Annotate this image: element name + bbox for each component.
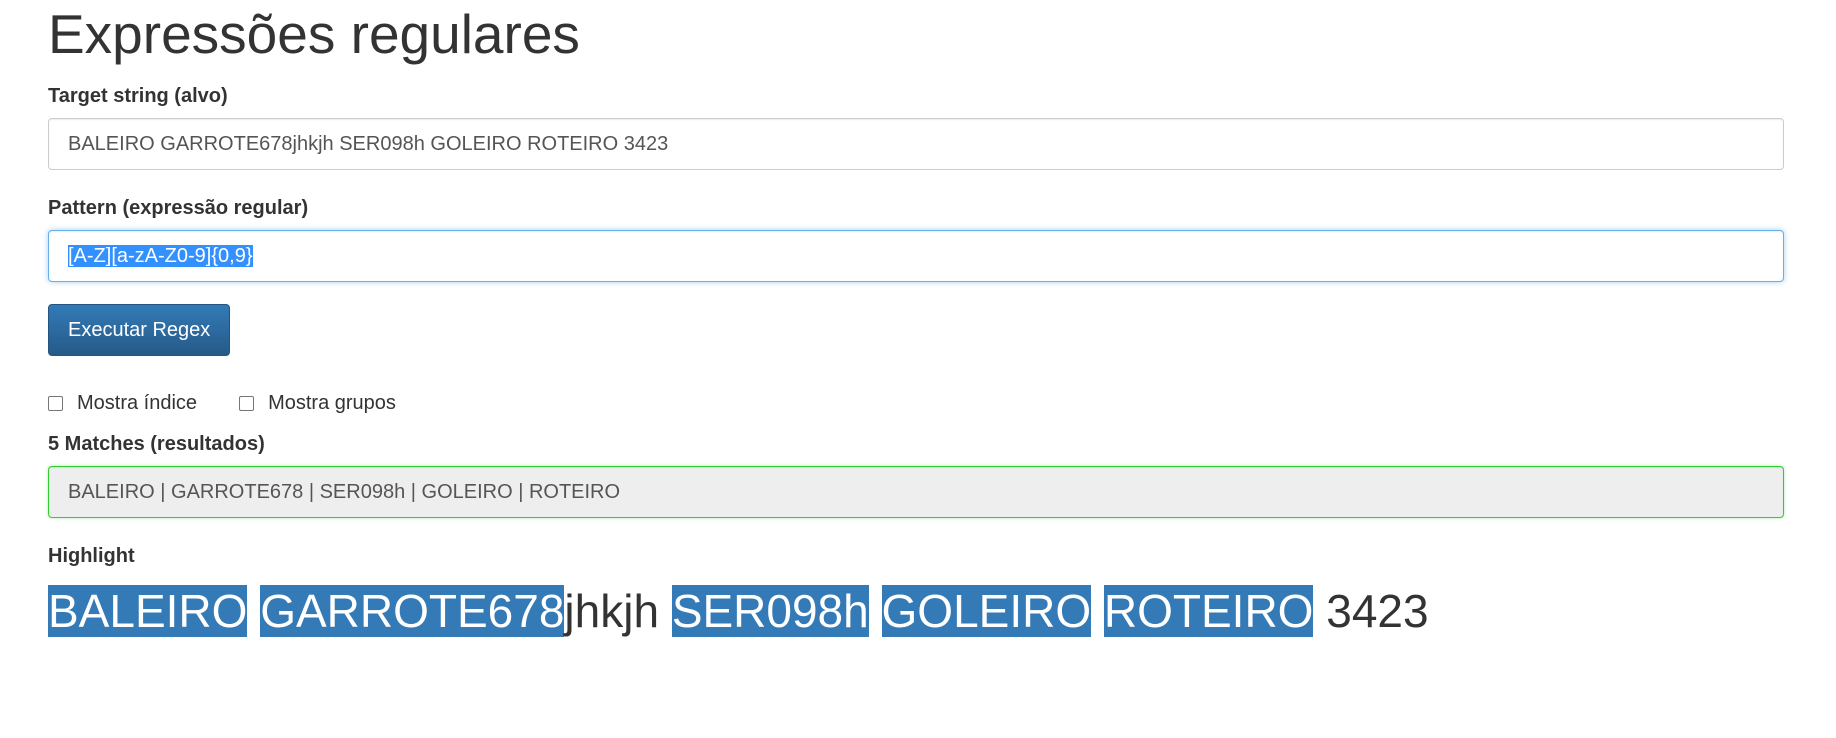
pattern-label: Pattern (expressão regular) [48, 197, 309, 219]
highlight-segment: GARROTE678 [260, 585, 565, 637]
highlight-segment: jhkjh [564, 585, 672, 637]
highlight-segment: SER098h [671, 585, 869, 637]
options-row: Mostra índice Mostra grupos [48, 390, 1784, 416]
highlight-segment: BALEIRO [48, 585, 248, 637]
pattern-input[interactable]: [A-Z][a-zA-Z0-9]{0,9} [48, 230, 1784, 282]
show-groups-checkbox[interactable] [239, 395, 255, 411]
show-index-checkbox[interactable] [48, 395, 63, 411]
target-string-input[interactable]: BALEIRO GARROTE678jhkjh SER098h GOLEIRO … [48, 118, 1784, 170]
pattern-selected-text: [A-Z][a-zA-Z0-9]{0,9} [68, 245, 253, 267]
matches-output[interactable]: BALEIRO | GARROTE678 | SER098h | GOLEIRO… [48, 466, 1784, 518]
matches-label: 5 Matches (resultados) [48, 433, 265, 455]
highlight-segment: ROTEIRO [1103, 585, 1314, 637]
highlight-segment [869, 585, 882, 637]
highlight-segment [247, 585, 260, 637]
highlight-segment [1091, 585, 1104, 637]
regex-page: Expressões regulares Target string (alvo… [48, 0, 1784, 637]
highlight-segment: GOLEIRO [881, 585, 1092, 637]
highlight-segment: 3423 [1313, 585, 1429, 637]
highlight-label: Highlight [48, 545, 135, 567]
target-string-label: Target string (alvo) [48, 85, 228, 107]
show-groups-label[interactable]: Mostra grupos [268, 392, 396, 415]
execute-regex-button[interactable]: Executar Regex [48, 304, 231, 356]
show-index-option[interactable]: Mostra índice [48, 392, 197, 415]
page-title: Expressões regulares [48, 3, 580, 65]
highlight-output: BALEIRO GARROTE678jhkjh SER098h GOLEIRO … [48, 585, 1784, 637]
show-groups-option[interactable]: Mostra grupos [239, 392, 396, 415]
show-index-label[interactable]: Mostra índice [77, 392, 197, 415]
